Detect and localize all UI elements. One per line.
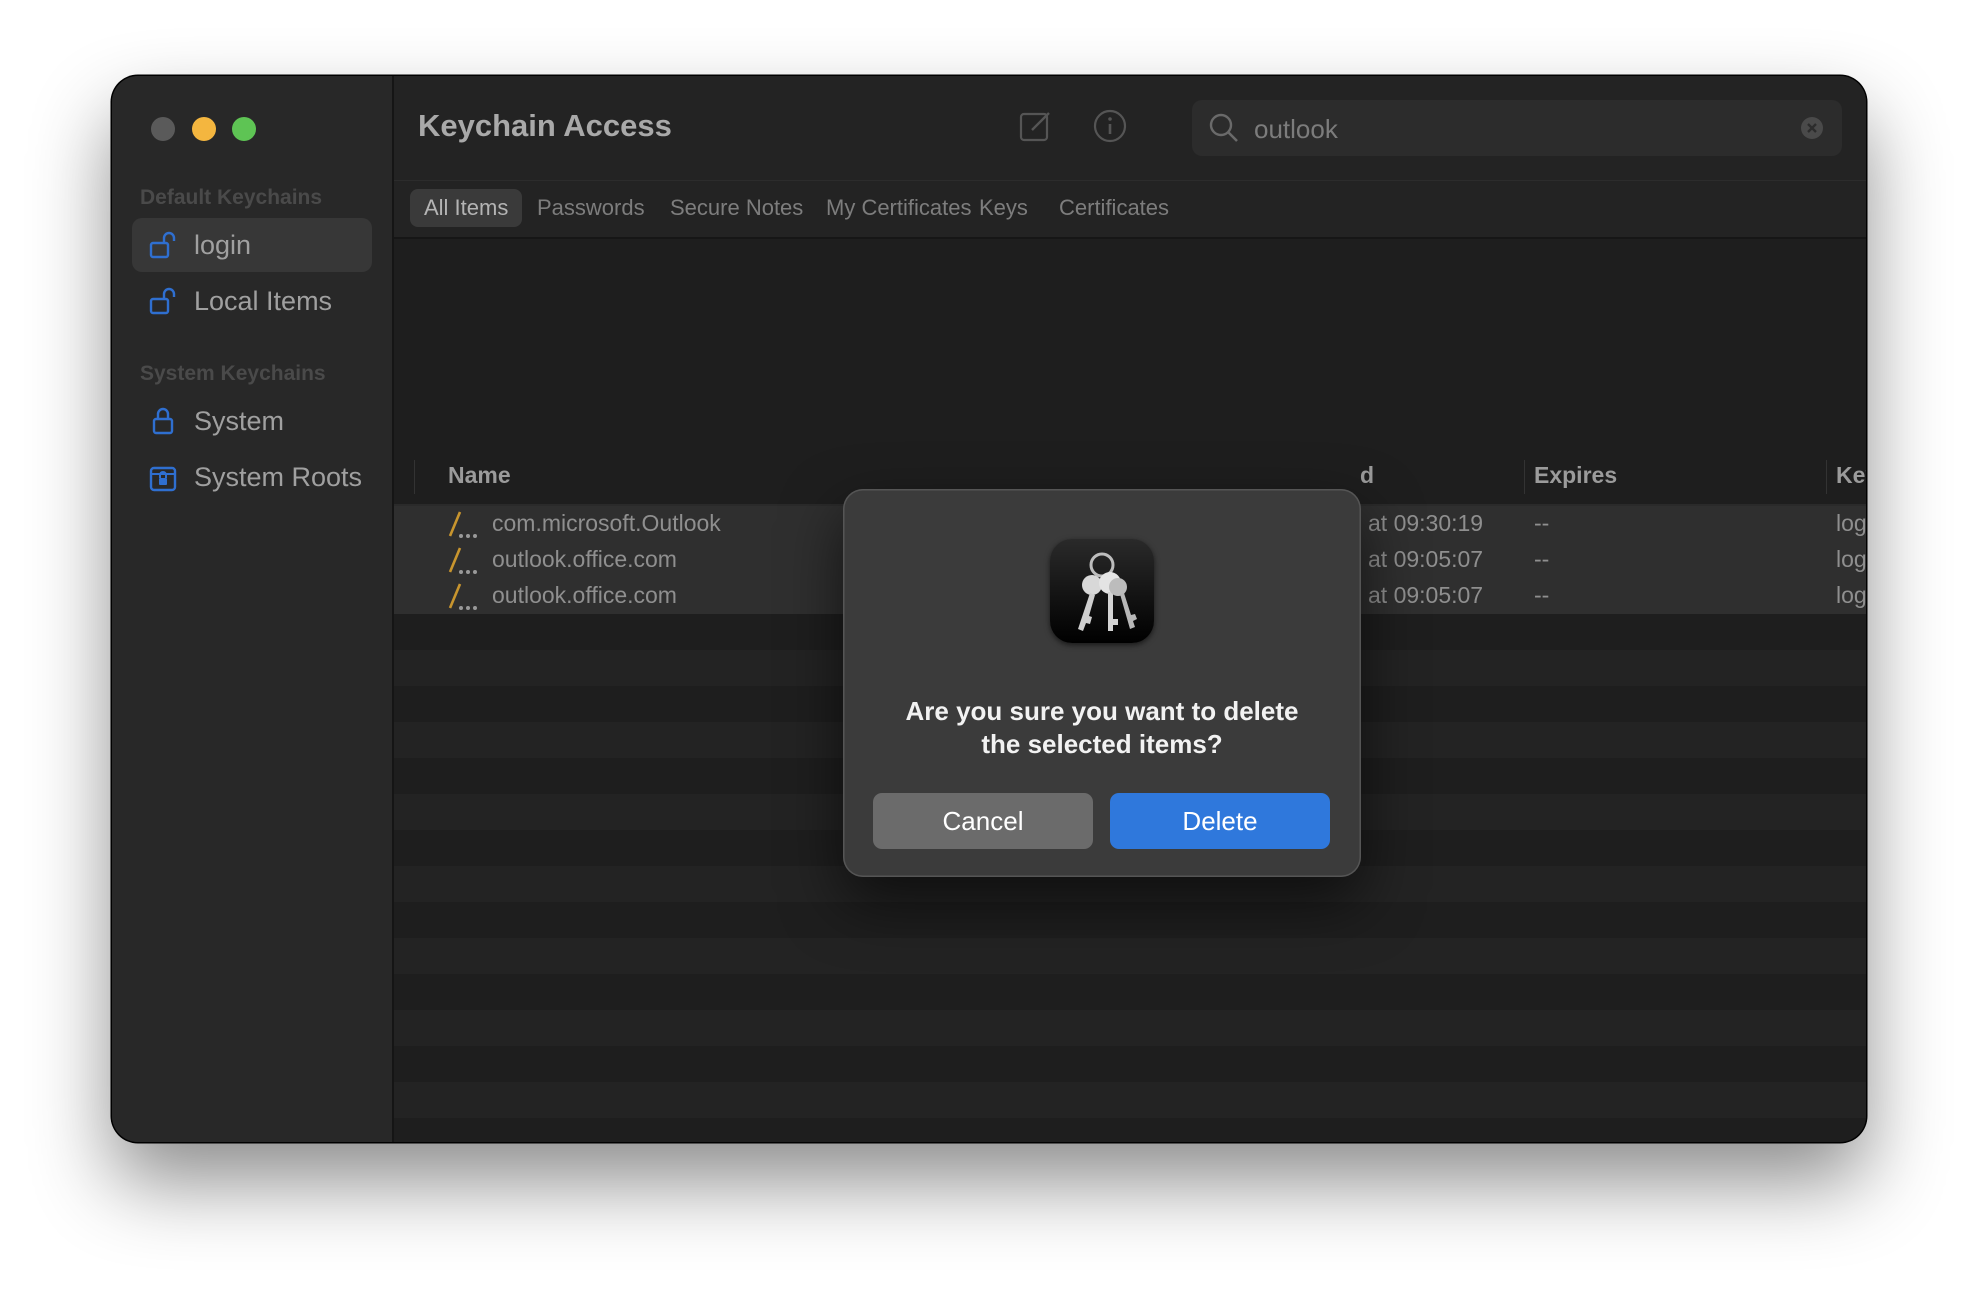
column-header-modified[interactable]: d [1360, 462, 1374, 489]
close-window-button[interactable] [151, 117, 175, 141]
password-key-icon [446, 508, 480, 545]
sidebar-item-label: Local Items [194, 285, 333, 316]
keychain-access-window: Default Keychains login Local Items Syst… [112, 76, 1866, 1142]
unlocked-padlock-icon [146, 286, 180, 316]
row-modified: at 09:05:07 [1368, 582, 1484, 608]
sidebar-item-system-roots[interactable]: System Roots [132, 450, 372, 504]
sidebar-item-local-items[interactable]: Local Items [132, 274, 372, 328]
sidebar-item-system[interactable]: System [132, 394, 372, 448]
search-input[interactable] [1252, 108, 1776, 150]
window-title: Keychain Access [418, 108, 672, 143]
dialog-message-line2: the selected items? [981, 729, 1223, 759]
info-icon[interactable] [1092, 108, 1128, 149]
empty-row [394, 1082, 1866, 1118]
row-expires: -- [1534, 582, 1550, 608]
compose-icon[interactable] [1018, 108, 1054, 149]
row-expires: -- [1534, 510, 1550, 536]
row-modified: at 09:05:07 [1368, 546, 1484, 572]
sidebar-item-label: System [194, 405, 285, 436]
sidebar-section-system: System Keychains [140, 362, 326, 385]
tab-my-certificates[interactable]: My Certificates [812, 189, 985, 227]
empty-row [394, 938, 1866, 974]
category-tabs: All Items Passwords Secure Notes My Cert… [394, 180, 1866, 239]
locked-cabinet-icon [146, 462, 180, 492]
unlocked-padlock-icon [146, 230, 180, 260]
row-keychain: login [1836, 546, 1866, 572]
row-keychain: login [1836, 510, 1866, 536]
clear-search-icon[interactable] [1800, 116, 1824, 145]
delete-confirmation-dialog: Are you sure you want to delete the sele… [843, 489, 1361, 877]
row-name: com.microsoft.Outlook [492, 510, 721, 536]
row-expires: -- [1534, 546, 1550, 572]
locked-padlock-icon [146, 406, 180, 436]
delete-button[interactable]: Delete [1110, 793, 1330, 849]
dialog-message-line1: Are you sure you want to delete [905, 696, 1299, 726]
tab-all-items[interactable]: All Items [410, 189, 523, 227]
maximize-window-button[interactable] [232, 117, 256, 141]
column-header-name[interactable]: Name [448, 462, 511, 489]
tab-certificates[interactable]: Certificates [1045, 189, 1183, 227]
search-field [1192, 100, 1842, 156]
tab-secure-notes[interactable]: Secure Notes [656, 189, 817, 227]
cancel-button[interactable]: Cancel [873, 793, 1093, 849]
minimize-window-button[interactable] [192, 117, 216, 141]
tab-passwords[interactable]: Passwords [523, 189, 659, 227]
toolbar: Keychain Access [394, 76, 1866, 180]
password-key-icon [446, 544, 480, 581]
sidebar-item-label: login [194, 229, 252, 260]
empty-row [394, 1010, 1866, 1046]
keychain-app-icon [1050, 539, 1154, 643]
sidebar-item-login[interactable]: login [132, 218, 372, 272]
dialog-message: Are you sure you want to delete the sele… [863, 695, 1341, 761]
row-keychain: login [1836, 582, 1866, 608]
column-header-keychain[interactable]: Keychain [1836, 462, 1866, 489]
tab-keys[interactable]: Keys [965, 189, 1042, 227]
sidebar-section-default: Default Keychains [140, 186, 323, 209]
row-name: outlook.office.com [492, 546, 677, 572]
column-header-expires[interactable]: Expires [1534, 462, 1617, 489]
row-name: outlook.office.com [492, 582, 677, 608]
search-icon [1208, 112, 1240, 149]
row-modified: at 09:30:19 [1368, 510, 1484, 536]
password-key-icon [446, 580, 480, 617]
sidebar: Default Keychains login Local Items Syst… [112, 76, 394, 1142]
sidebar-item-label: System Roots [194, 461, 363, 492]
